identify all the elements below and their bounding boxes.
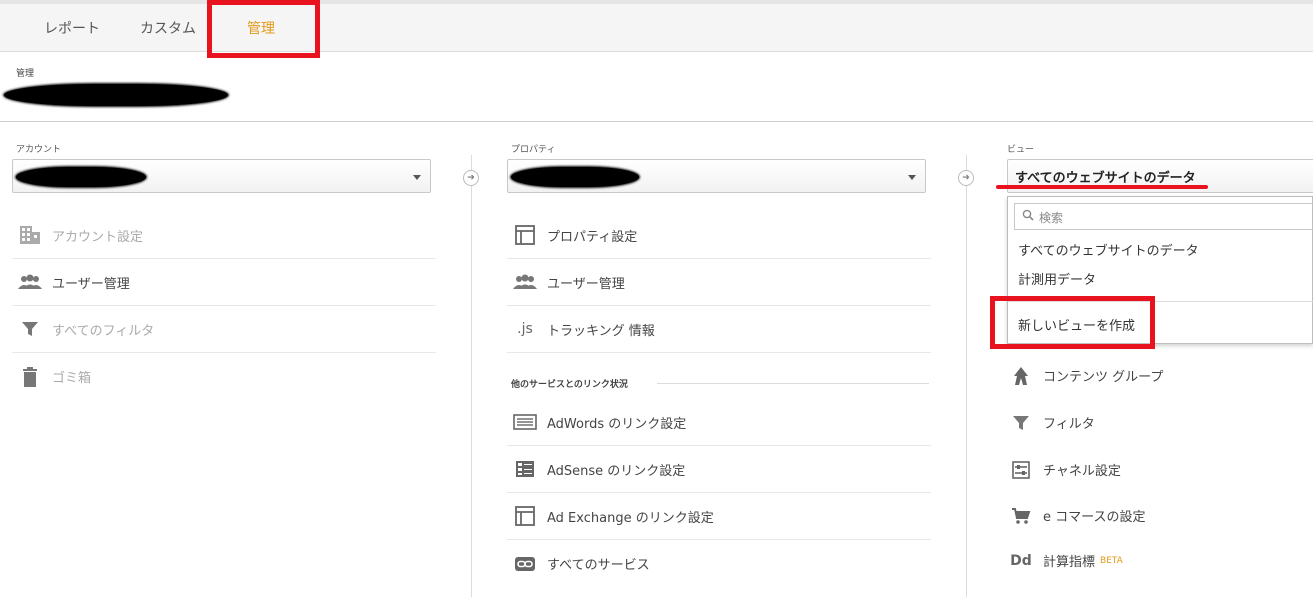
top-tab-bar: レポート カスタム 管理 xyxy=(0,0,1313,52)
menu-calculated-metrics-label: 計算指標 xyxy=(1043,555,1096,570)
menu-adexchange-linking-label: Ad Exchange のリンク設定 xyxy=(547,510,714,526)
js-icon: .js xyxy=(517,321,533,337)
tab-custom[interactable]: カスタム xyxy=(140,18,196,38)
content-grouping-icon xyxy=(1009,366,1033,386)
chevron-down-icon xyxy=(413,175,421,180)
menu-account-user-management-label: ユーザー管理 xyxy=(52,276,130,292)
menu-all-products[interactable]: すべてのサービス xyxy=(507,540,931,587)
filter-icon xyxy=(18,319,42,339)
shopping-cart-icon xyxy=(1009,506,1033,526)
view-search-field[interactable]: 検索 xyxy=(1014,203,1313,230)
menu-account-user-management[interactable]: ユーザー管理 xyxy=(12,259,436,306)
column-divider-1 xyxy=(471,155,472,597)
users-icon xyxy=(18,272,42,292)
menu-all-filters[interactable]: すべてのフィルタ xyxy=(12,306,436,353)
trash-icon xyxy=(18,366,42,387)
menu-property-settings[interactable]: プロパティ設定 xyxy=(507,212,931,259)
menu-view-filters[interactable]: フィルタ xyxy=(1003,399,1313,446)
menu-calculated-metrics[interactable]: Dd 計算指標 BETA xyxy=(1003,537,1313,584)
property-column-label: プロパティ xyxy=(511,145,556,155)
highlight-box-create-view xyxy=(990,296,1155,349)
view-option-measurement-data[interactable]: 計測用データ xyxy=(1018,269,1096,288)
product-linking-section-title: 他のサービスとのリンク状況 xyxy=(511,380,628,390)
menu-ecommerce-settings-label: e コマースの設定 xyxy=(1043,510,1146,525)
section-divider xyxy=(657,383,929,384)
menu-adexchange-linking[interactable]: Ad Exchange のリンク設定 xyxy=(507,493,931,540)
highlight-box-admin-tab xyxy=(207,0,320,58)
redacted-property-select-value xyxy=(511,167,639,187)
view-option-all-website-data[interactable]: すべてのウェブサイトのデータ xyxy=(1018,240,1199,259)
menu-property-user-management[interactable]: ユーザー管理 xyxy=(507,259,931,306)
menu-account-settings[interactable]: アカウント設定 xyxy=(12,212,436,259)
menu-all-filters-label: すべてのフィルタ xyxy=(52,323,155,339)
arrow-right-icon: ➔ xyxy=(958,170,974,186)
chevron-down-icon xyxy=(908,175,916,180)
users-icon xyxy=(513,272,537,292)
highlight-underline xyxy=(996,185,1208,189)
menu-property-settings-label: プロパティ設定 xyxy=(547,229,638,245)
tab-reports[interactable]: レポート xyxy=(44,18,100,38)
menu-adwords-linking[interactable]: AdWords のリンク設定 xyxy=(507,399,931,446)
menu-ecommerce-settings[interactable]: e コマースの設定 xyxy=(1003,492,1313,539)
column-divider-2 xyxy=(966,155,967,597)
menu-adsense-linking[interactable]: AdSense のリンク設定 xyxy=(507,446,931,493)
property-select[interactable] xyxy=(507,159,926,193)
menu-account-settings-label: アカウント設定 xyxy=(52,229,144,245)
menu-adwords-linking-label: AdWords のリンク設定 xyxy=(547,416,687,432)
layout-icon xyxy=(513,506,537,526)
layout-icon xyxy=(513,225,537,245)
adwords-icon xyxy=(513,412,537,432)
calculated-metrics-icon: Dd xyxy=(1010,552,1032,569)
menu-tracking-info-label: トラッキング 情報 xyxy=(547,323,655,339)
search-icon xyxy=(1022,209,1034,224)
breadcrumb-label: 管理 xyxy=(16,69,35,79)
account-select[interactable] xyxy=(12,159,431,193)
menu-all-products-label: すべてのサービス xyxy=(547,558,650,573)
adsense-icon xyxy=(513,459,537,479)
menu-trash[interactable]: ゴミ箱 xyxy=(12,353,436,400)
menu-content-grouping-label: コンテンツ グループ xyxy=(1043,370,1164,385)
redacted-account-select-value xyxy=(16,167,146,187)
menu-adsense-linking-label: AdSense のリンク設定 xyxy=(547,463,686,479)
menu-tracking-info[interactable]: .js トラッキング 情報 xyxy=(507,306,931,353)
building-icon xyxy=(18,225,42,245)
link-icon xyxy=(513,554,537,574)
menu-trash-label: ゴミ箱 xyxy=(52,371,92,386)
beta-badge: BETA xyxy=(1100,555,1123,566)
menu-channel-settings-label: チャネル設定 xyxy=(1043,464,1121,479)
view-column-label: ビュー xyxy=(1007,145,1035,155)
channel-settings-icon xyxy=(1009,460,1033,480)
filter-icon xyxy=(1009,413,1033,433)
arrow-right-icon: ➔ xyxy=(463,170,479,186)
menu-channel-settings[interactable]: チャネル設定 xyxy=(1003,446,1313,493)
menu-property-user-management-label: ユーザー管理 xyxy=(547,276,625,292)
account-column-label: アカウント xyxy=(16,145,62,155)
view-search-placeholder: 検索 xyxy=(1039,211,1064,225)
menu-view-filters-label: フィルタ xyxy=(1043,417,1095,432)
header-divider xyxy=(0,121,1313,122)
menu-content-grouping[interactable]: コンテンツ グループ xyxy=(1003,352,1313,399)
view-select-value: すべてのウェブサイトのデータ xyxy=(1015,171,1196,186)
